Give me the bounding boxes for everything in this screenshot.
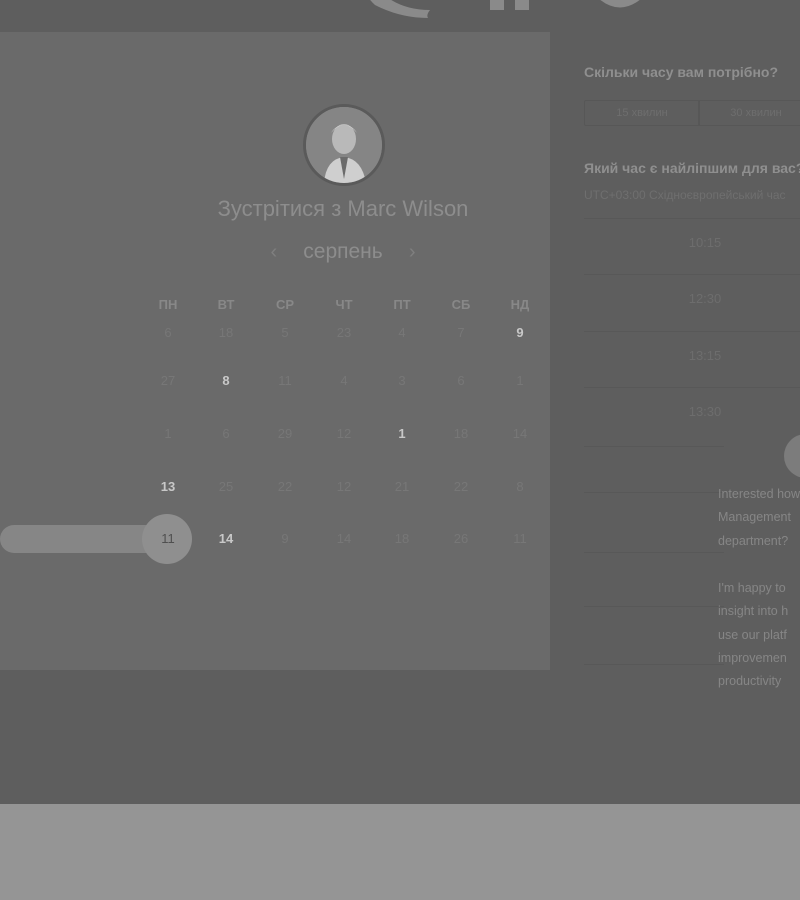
time-slot[interactable]: 10:15: [584, 218, 800, 266]
calendar-day[interactable]: 9: [255, 524, 315, 554]
calendar-day[interactable]: 23: [314, 318, 374, 348]
calendar-day[interactable]: 4: [372, 318, 432, 348]
calendar-day[interactable]: 18: [372, 524, 432, 554]
calendar-day-selected[interactable]: 11: [138, 524, 198, 554]
time-question: Який час є найліпшим для вас?: [584, 160, 800, 176]
calendar-day[interactable]: 1: [138, 419, 198, 449]
calendar-day[interactable]: 11: [255, 366, 315, 396]
calendar-day[interactable]: 22: [255, 472, 315, 502]
calendar-day[interactable]: 14: [196, 524, 256, 554]
chat-divider: [584, 492, 724, 494]
calendar-grid: 6 18 5 23 4 7 9 27 8 11 4 3 6 1 1 6 29 12 1 18 14 13 25 22 12 21 2…: [138, 318, 548, 588]
calendar-day[interactable]: 12: [314, 419, 374, 449]
chat-divider: [584, 664, 724, 666]
weekday-wed: СР: [275, 297, 295, 312]
chat-divider: [584, 446, 724, 448]
calendar-day[interactable]: 18: [196, 318, 256, 348]
calendar-day[interactable]: 22: [431, 472, 491, 502]
chat-message-2: I'm happy to insight into h use our plat…: [718, 577, 800, 693]
weekday-sat: СБ: [451, 297, 471, 312]
chat-line: Interested how: [718, 487, 800, 501]
time-slot[interactable]: 13:15: [584, 331, 800, 379]
calendar-day[interactable]: 29: [255, 419, 315, 449]
time-slot[interactable]: 12:30: [584, 274, 800, 322]
chat-divider: [584, 552, 724, 554]
weekday-mon: ПН: [158, 297, 178, 312]
page-title: Зустрітися з Marc Wilson: [217, 196, 469, 221]
logo-icon: [370, 0, 640, 18]
time-slot[interactable]: 13:30: [584, 387, 800, 435]
calendar-day[interactable]: 5: [255, 318, 315, 348]
calendar-day[interactable]: 21: [372, 472, 432, 502]
calendar-day[interactable]: 13: [138, 472, 198, 502]
calendar-day[interactable]: 14: [490, 419, 550, 449]
duration-question: Скільки часу вам потрібно?: [584, 64, 779, 80]
chat-avatar: [784, 434, 800, 478]
chat-message-1: Interested how Management department?: [718, 483, 800, 553]
calendar-day[interactable]: 8: [490, 472, 550, 502]
calendar-day[interactable]: 7: [431, 318, 491, 348]
duration-option-15[interactable]: 15 хвилин: [584, 100, 700, 126]
scheduling-panel: Скільки часу вам потрібно? 15 хвилин 30 …: [562, 32, 800, 732]
calendar-day[interactable]: 3: [372, 366, 432, 396]
calendar-day[interactable]: 6: [196, 419, 256, 449]
calendar-day[interactable]: 1: [372, 419, 432, 449]
weekday-header: ПН ВТ СР ЧТ ПТ СБ НД: [138, 297, 548, 317]
calendar-day[interactable]: 6: [138, 318, 198, 348]
calendar-day[interactable]: 8: [196, 366, 256, 396]
footer-area: [0, 804, 800, 900]
chat-divider: [584, 606, 724, 608]
prev-month-button[interactable]: ‹: [263, 241, 285, 264]
host-avatar: [303, 104, 385, 186]
chat-line: I'm happy to: [718, 581, 786, 595]
calendar-day[interactable]: 14: [314, 524, 374, 554]
weekday-sun: НД: [510, 297, 530, 312]
calendar-day[interactable]: 1: [490, 366, 550, 396]
chat-line: department?: [718, 533, 789, 548]
calendar-day[interactable]: 26: [431, 524, 491, 554]
chat-line: productivity: [718, 674, 782, 689]
chat-line: use our platf: [718, 627, 787, 642]
timezone-label: UTC+03:00 Східноєвропейський час: [584, 188, 786, 202]
duration-option-30[interactable]: 30 хвилин: [698, 100, 800, 126]
calendar-day[interactable]: 11: [490, 524, 550, 554]
calendar-day[interactable]: 12: [314, 472, 374, 502]
chat-line: insight into h: [718, 604, 789, 619]
calendar-day[interactable]: 18: [431, 419, 491, 449]
chat-line: improvemen: [718, 650, 787, 665]
calendar-day[interactable]: 27: [138, 366, 198, 396]
weekday-tue: ВТ: [217, 297, 235, 312]
current-month-label: серпень: [303, 240, 383, 263]
calendar-day[interactable]: 25: [196, 472, 256, 502]
calendar-day[interactable]: 6: [431, 366, 491, 396]
calendar-day[interactable]: 9: [490, 318, 550, 348]
weekday-fri: ПТ: [393, 297, 411, 312]
page-background: Зустрітися з Marc Wilson ‹ серпень › ПН …: [0, 0, 800, 804]
calendar-day[interactable]: 4: [314, 366, 374, 396]
month-navigation: ‹ серпень ›: [150, 240, 536, 268]
chat-line: Management: [718, 510, 791, 525]
weekday-thu: ЧТ: [335, 297, 353, 312]
next-month-button[interactable]: ›: [401, 241, 423, 264]
